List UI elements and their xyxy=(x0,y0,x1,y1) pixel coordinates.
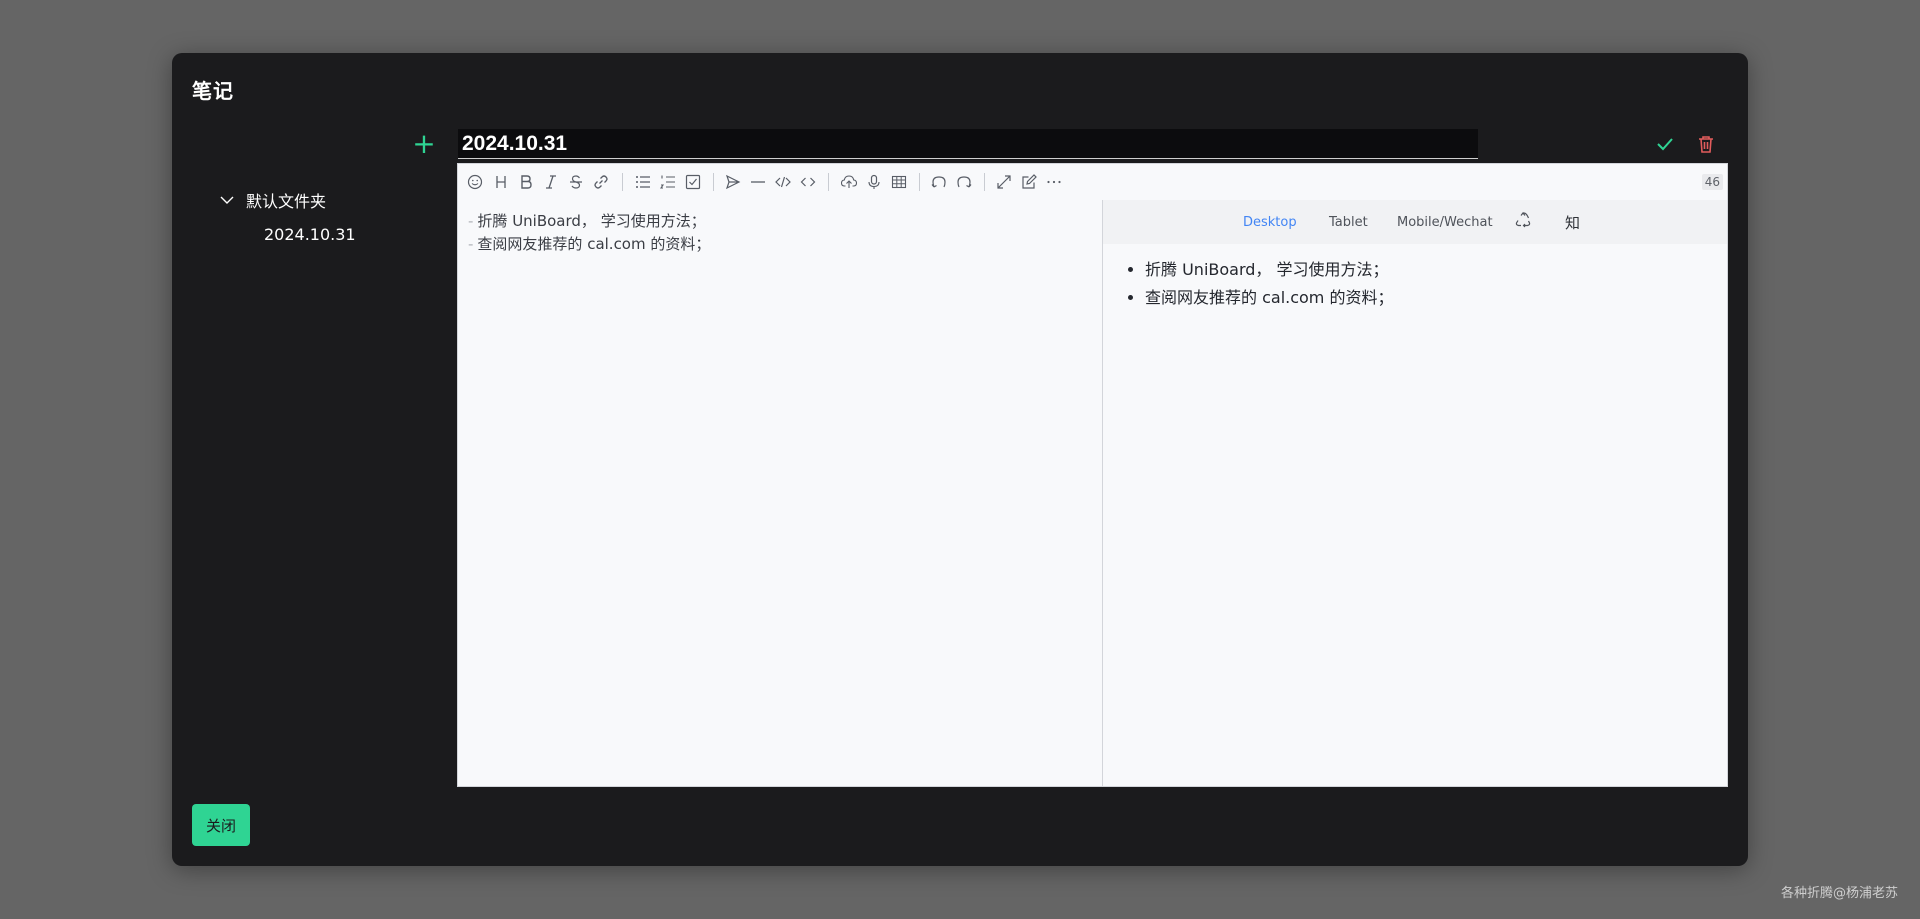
check-icon[interactable] xyxy=(684,173,702,191)
editor-toolbar: 46 xyxy=(458,164,1727,201)
preview-item: 折腾 UniBoard， 学习使用方法； xyxy=(1145,256,1727,284)
char-counter: 46 xyxy=(1701,174,1723,190)
folder-default[interactable]: 默认文件夹 xyxy=(220,187,356,213)
list-icon[interactable] xyxy=(634,173,652,191)
source-line[interactable]: - 折腾 UniBoard， 学习使用方法； xyxy=(468,210,1102,233)
fullscreen-icon[interactable] xyxy=(995,173,1013,191)
preview-pane: Desktop Tablet Mobile/Wechat 知 折腾 UniBoa… xyxy=(1103,200,1727,786)
undo-icon[interactable] xyxy=(930,173,948,191)
preview-body: 折腾 UniBoard， 学习使用方法； 查阅网友推荐的 cal.com 的资料… xyxy=(1103,256,1727,312)
modal-title: 笔记 xyxy=(192,79,234,103)
headings-icon[interactable] xyxy=(492,173,510,191)
ordered-list-icon[interactable] xyxy=(659,173,677,191)
recycle-icon[interactable] xyxy=(1515,212,1531,228)
watermark: 各种折腾@杨浦老苏 xyxy=(1780,886,1898,901)
file-item-2024-10-31[interactable]: 2024.10.31 xyxy=(264,225,356,244)
notes-modal: 笔记 + 默认文件夹 2024.10.31 2024.10.31 46 - 折腾… xyxy=(172,53,1748,866)
preview-tab-desktop[interactable]: Desktop xyxy=(1243,215,1297,230)
bold-icon[interactable] xyxy=(517,173,535,191)
redo-icon[interactable] xyxy=(955,173,973,191)
delete-trash-icon[interactable] xyxy=(1693,131,1719,157)
table-icon[interactable] xyxy=(890,173,908,191)
folder-label: 默认文件夹 xyxy=(246,192,327,211)
note-title-input[interactable] xyxy=(458,129,1478,159)
more-icon[interactable] xyxy=(1045,173,1063,191)
edit-mode-icon[interactable] xyxy=(1020,173,1038,191)
quote-icon[interactable] xyxy=(724,173,742,191)
code-icon[interactable] xyxy=(774,173,792,191)
close-button[interactable]: 关闭 xyxy=(192,804,250,846)
add-note-button[interactable]: + xyxy=(408,129,440,161)
upload-icon[interactable] xyxy=(840,173,858,191)
source-line[interactable]: - 查阅网友推荐的 cal.com 的资料； xyxy=(468,233,1102,256)
strike-icon[interactable] xyxy=(567,173,585,191)
preview-tabs: Desktop Tablet Mobile/Wechat 知 xyxy=(1103,200,1727,244)
folder-tree: 默认文件夹 2024.10.31 xyxy=(220,187,356,244)
link-icon[interactable] xyxy=(592,173,610,191)
preview-tab-zhihu[interactable]: 知 xyxy=(1565,212,1580,233)
chevron-down-icon xyxy=(220,196,234,204)
italic-icon[interactable] xyxy=(542,173,560,191)
emoji-icon[interactable] xyxy=(466,173,484,191)
save-check-icon[interactable] xyxy=(1652,131,1678,157)
inline-code-icon[interactable] xyxy=(799,173,817,191)
preview-tab-tablet[interactable]: Tablet xyxy=(1329,215,1368,230)
record-icon[interactable] xyxy=(865,173,883,191)
preview-item: 查阅网友推荐的 cal.com 的资料； xyxy=(1145,284,1727,312)
markdown-editor: 46 - 折腾 UniBoard， 学习使用方法； - 查阅网友推荐的 cal.co… xyxy=(457,163,1728,787)
line-icon[interactable] xyxy=(749,173,767,191)
preview-tab-mobile[interactable]: Mobile/Wechat xyxy=(1397,215,1493,230)
source-pane[interactable]: - 折腾 UniBoard， 学习使用方法； - 查阅网友推荐的 cal.com 的… xyxy=(458,200,1103,786)
